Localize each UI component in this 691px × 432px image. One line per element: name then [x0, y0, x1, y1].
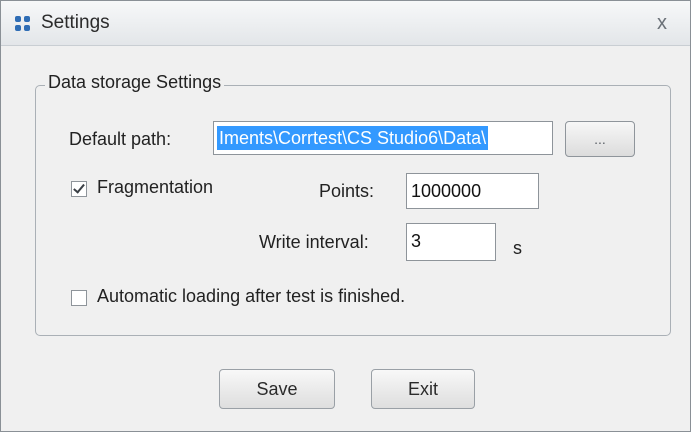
default-path-label: Default path:	[69, 129, 172, 149]
fragmentation-label: Fragmentation	[97, 177, 214, 197]
settings-window: Settings x Data storage Settings Default…	[0, 0, 691, 432]
window-title: Settings	[41, 12, 110, 33]
write-interval-input[interactable]: 3	[406, 223, 496, 261]
default-path-value: Iments\Corrtest\CS Studio6\Data\	[217, 126, 489, 150]
auto-load-label: Automatic loading after test is finished…	[97, 286, 406, 306]
save-button[interactable]: Save	[219, 369, 335, 409]
write-interval-unit: s	[513, 238, 522, 258]
auto-load-checkbox[interactable]	[71, 290, 87, 306]
exit-button[interactable]: Exit	[371, 369, 475, 409]
app-icon	[15, 16, 31, 32]
browse-button[interactable]: ...	[565, 121, 635, 157]
write-interval-label: Write interval:	[259, 232, 369, 252]
close-button[interactable]: x	[647, 10, 677, 36]
points-input[interactable]: 1000000	[406, 173, 539, 209]
title-bar[interactable]: Settings x	[1, 1, 690, 46]
points-label: Points:	[319, 181, 375, 201]
default-path-input[interactable]: Iments\Corrtest\CS Studio6\Data\	[213, 121, 553, 155]
fragmentation-checkbox[interactable]	[71, 181, 87, 197]
group-legend: Data storage Settings	[45, 72, 225, 93]
